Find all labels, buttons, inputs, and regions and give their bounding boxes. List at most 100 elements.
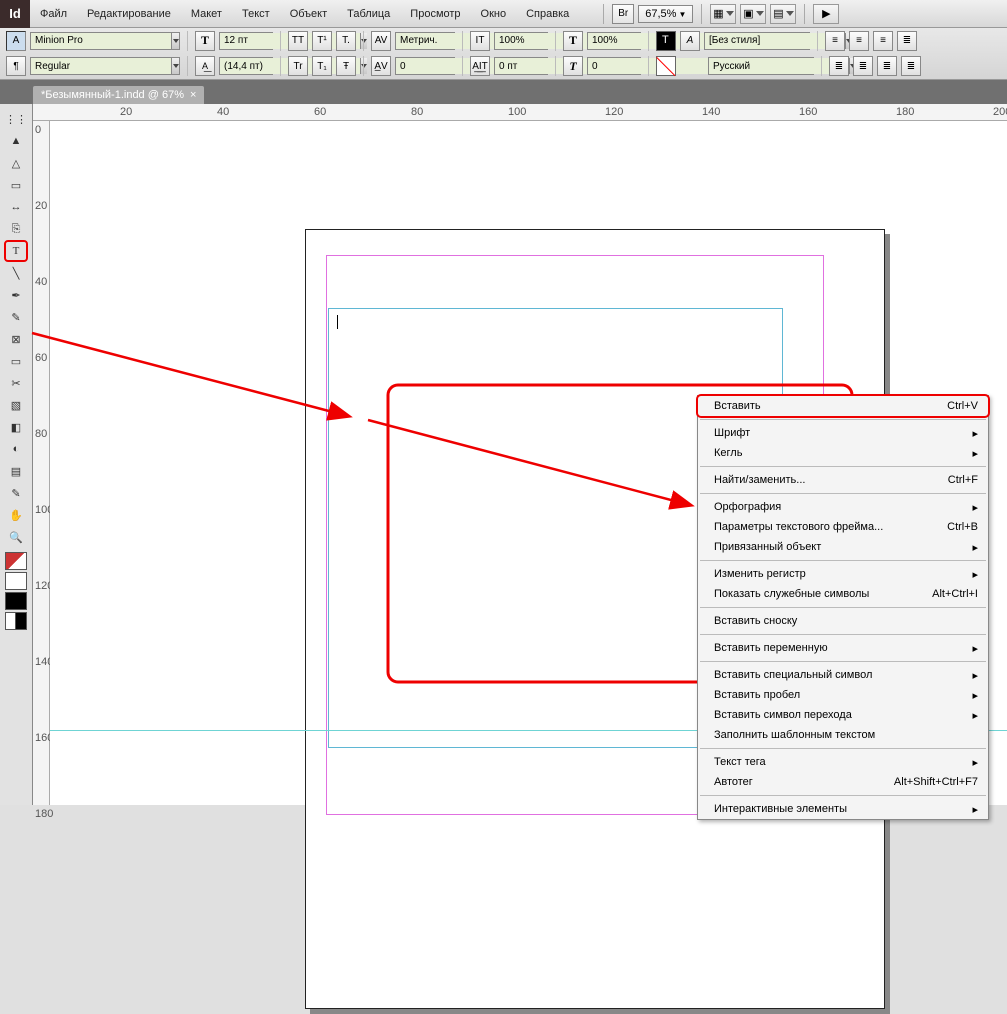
menubar-right: Br 67,5%▼ ▦ ▣ ▤ ▶	[599, 4, 839, 24]
kerning-field[interactable]	[395, 32, 455, 50]
horizontal-ruler[interactable]: 020406080100120140160180200	[33, 104, 1007, 121]
control-panel: A T TT T¹ T. AV IT T T A ≡ ≡ ≡ ≣ ¶ A͟ Tr	[0, 28, 1007, 80]
character-style-field[interactable]	[704, 32, 810, 50]
tool-type[interactable]: T	[4, 240, 28, 262]
justify-center-button[interactable]: ≣	[853, 56, 873, 76]
font-style-field[interactable]	[30, 57, 180, 75]
menu-редактирование[interactable]: Редактирование	[77, 0, 181, 27]
justify-button[interactable]: ≣	[897, 31, 917, 51]
leading-field[interactable]	[219, 57, 273, 75]
justify-right-button[interactable]: ≣	[877, 56, 897, 76]
tool-rectangle[interactable]: ▭	[4, 350, 28, 372]
skew-field[interactable]	[587, 57, 641, 75]
ctx-вставить-специальный-символ[interactable]: Вставить специальный символ▸	[698, 665, 988, 685]
default-fill-stroke[interactable]	[5, 572, 27, 590]
justify-all-button[interactable]: ≣	[901, 56, 921, 76]
tool-gap[interactable]: ↔	[4, 196, 28, 218]
ctx-показать-служебные-символы[interactable]: Показать служебные символыAlt+Ctrl+I	[698, 584, 988, 604]
tool-note[interactable]: ▤	[4, 460, 28, 482]
leading-icon: A͟	[195, 56, 215, 76]
paragraph-mode-button[interactable]: ¶	[6, 56, 26, 76]
ctx-вставить[interactable]: ВставитьCtrl+V	[698, 396, 988, 416]
tool-gradient-swatch[interactable]: ◧	[4, 416, 28, 438]
tool-pencil[interactable]: ✎	[4, 306, 28, 328]
small-caps-button[interactable]: T.	[336, 31, 356, 51]
tool-content-collector[interactable]: ⎘	[4, 218, 28, 240]
ctx-интерактивные-элементы[interactable]: Интерактивные элементы▸	[698, 799, 988, 819]
menu-макет[interactable]: Макет	[181, 0, 232, 27]
tool-eyedropper[interactable]: ✎	[4, 482, 28, 504]
tool-rectangle-frame[interactable]: ⊠	[4, 328, 28, 350]
arrange-button[interactable]: ▤	[770, 4, 796, 24]
menu-объект[interactable]: Объект	[280, 0, 337, 27]
all-caps-button[interactable]: TT	[288, 31, 308, 51]
menu-просмотр[interactable]: Просмотр	[400, 0, 470, 27]
ctx-кегль[interactable]: Кегль▸	[698, 443, 988, 463]
tool-direct-selection[interactable]: △	[4, 152, 28, 174]
ctx-заполнить-шаблонным-текстом[interactable]: Заполнить шаблонным текстом	[698, 725, 988, 745]
baseline-shift-field[interactable]	[494, 57, 548, 75]
close-tab-icon[interactable]: ×	[190, 89, 196, 101]
tracking-field[interactable]	[395, 57, 455, 75]
document-tab[interactable]: *Безымянный-1.indd @ 67% ×	[33, 86, 204, 104]
font-family-field[interactable]	[30, 32, 180, 50]
ctx-изменить-регистр[interactable]: Изменить регистр▸	[698, 564, 988, 584]
ctx-вставить-символ-перехода[interactable]: Вставить символ перехода▸	[698, 705, 988, 725]
vertical-scale-field[interactable]	[494, 32, 548, 50]
horizontal-scale-field[interactable]	[587, 32, 641, 50]
align-right-button[interactable]: ≡	[873, 31, 893, 51]
menu-справка[interactable]: Справка	[516, 0, 579, 27]
tool-grip[interactable]: ⋮⋮	[4, 108, 28, 130]
baseline-big-icon: T	[563, 31, 583, 51]
panel-toggle-button[interactable]: ▶	[813, 4, 839, 24]
tool-page[interactable]: ▭	[4, 174, 28, 196]
text-cursor	[337, 315, 338, 329]
tool-line[interactable]: ╲	[4, 262, 28, 284]
sentence-case-button[interactable]: Tr	[288, 56, 308, 76]
superscript-button[interactable]: T¹	[312, 31, 332, 51]
kerning-icon: AV	[371, 31, 391, 51]
zoom-level[interactable]: 67,5%▼	[638, 5, 693, 23]
ctx-вставить-переменную[interactable]: Вставить переменную▸	[698, 638, 988, 658]
ctx-текст-тега[interactable]: Текст тега▸	[698, 752, 988, 772]
vertical-ruler[interactable]: 020406080100120140160180	[33, 121, 50, 805]
app-logo: Id	[0, 0, 30, 28]
apply-color[interactable]	[5, 592, 27, 610]
ctx-найти-заменить-[interactable]: Найти/заменить...Ctrl+F	[698, 470, 988, 490]
menu-таблица[interactable]: Таблица	[337, 0, 400, 27]
ctx-шрифт[interactable]: Шрифт▸	[698, 423, 988, 443]
vertical-scale-icon: IT	[470, 31, 490, 51]
ctx-орфография[interactable]: Орфография▸	[698, 497, 988, 517]
ctx-привязанный-объект[interactable]: Привязанный объект▸	[698, 537, 988, 557]
fill-stroke-swap[interactable]	[5, 552, 27, 570]
character-mode-button[interactable]: A	[6, 31, 26, 51]
menu-файл[interactable]: Файл	[30, 0, 77, 27]
tool-hand[interactable]: ✋	[4, 504, 28, 526]
subscript-button[interactable]: T₁	[312, 56, 332, 76]
baseline-shift-icon: A͟I͟T	[470, 56, 490, 76]
tool-zoom[interactable]: 🔍	[4, 526, 28, 548]
font-size-field[interactable]	[219, 32, 273, 50]
align-left-button[interactable]: ≡	[825, 31, 845, 51]
tool-pen[interactable]: ✒	[4, 284, 28, 306]
justify-left-button[interactable]: ≣	[829, 56, 849, 76]
align-center-button[interactable]: ≡	[849, 31, 869, 51]
language-field[interactable]	[708, 57, 814, 75]
tracking-icon: A̲V	[371, 56, 391, 76]
ctx-вставить-сноску[interactable]: Вставить сноску	[698, 611, 988, 631]
menu-текст[interactable]: Текст	[232, 0, 280, 27]
ctx-автотег[interactable]: АвтотегAlt+Shift+Ctrl+F7	[698, 772, 988, 792]
fill-swatch[interactable]: T	[656, 31, 676, 51]
bridge-button[interactable]: Br	[612, 4, 634, 24]
tool-selection[interactable]: ▲	[4, 130, 28, 152]
screen-mode-button[interactable]: ▣	[740, 4, 766, 24]
strikethrough-button[interactable]: Ŧ	[336, 56, 356, 76]
tool-scissors[interactable]: ✂	[4, 372, 28, 394]
view-options-button[interactable]: ▦	[710, 4, 736, 24]
ctx-параметры-текстового-фрейма-[interactable]: Параметры текстового фрейма...Ctrl+B	[698, 517, 988, 537]
menu-окно[interactable]: Окно	[471, 0, 517, 27]
ctx-вставить-пробел[interactable]: Вставить пробел▸	[698, 685, 988, 705]
tool-free-transform[interactable]: ▧	[4, 394, 28, 416]
tool-gradient-feather[interactable]: ◐	[4, 438, 28, 460]
stroke-swatch[interactable]	[656, 56, 676, 76]
